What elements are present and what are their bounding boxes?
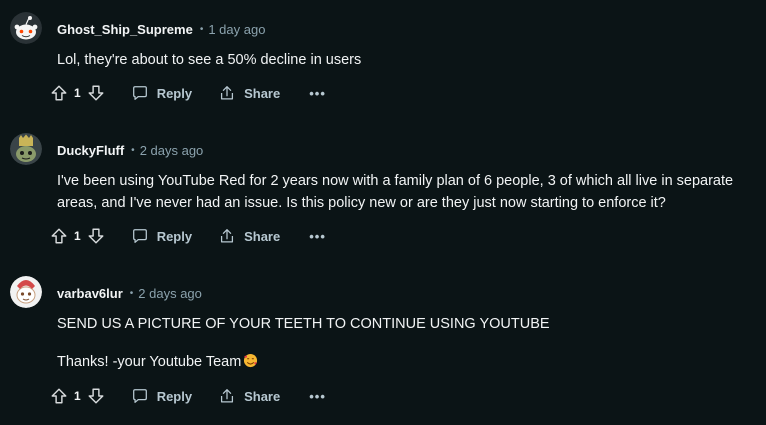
- vote-controls: 1: [50, 227, 105, 245]
- more-options-button[interactable]: •••: [309, 229, 326, 244]
- reply-label: Reply: [156, 388, 193, 404]
- share-icon: [218, 227, 236, 245]
- share-label: Share: [244, 85, 281, 101]
- downvote-icon[interactable]: [87, 387, 105, 405]
- timestamp[interactable]: 1 day ago: [208, 22, 265, 37]
- comment-actions: 1 Reply Share •••: [50, 384, 326, 408]
- share-button[interactable]: Share: [218, 227, 280, 245]
- comment-header: Ghost_Ship_Supreme • 1 day ago: [57, 19, 265, 39]
- comment-header: varbav6lur • 2 days ago: [57, 283, 202, 303]
- upvote-icon[interactable]: [50, 387, 68, 405]
- comment-header: DuckyFluff • 2 days ago: [57, 140, 203, 160]
- downvote-icon[interactable]: [87, 84, 105, 102]
- reply-label: Reply: [156, 85, 193, 101]
- snoo-avatar-icon: [10, 12, 42, 44]
- vote-controls: 1: [50, 387, 105, 405]
- vote-controls: 1: [50, 84, 105, 102]
- snoo-avatar-icon: [10, 276, 42, 308]
- reply-button[interactable]: Reply: [131, 227, 192, 245]
- snoo-avatar-icon: [10, 133, 42, 165]
- timestamp[interactable]: 2 days ago: [140, 143, 204, 158]
- reply-label: Reply: [156, 228, 193, 244]
- upvote-icon[interactable]: [50, 227, 68, 245]
- share-button[interactable]: Share: [218, 387, 280, 405]
- vote-score: 1: [74, 229, 81, 243]
- more-options-button[interactable]: •••: [309, 86, 326, 101]
- share-label: Share: [244, 228, 281, 244]
- share-icon: [218, 84, 236, 102]
- comment-actions: 1 Reply Share •••: [50, 81, 326, 105]
- separator-dot: •: [131, 144, 135, 156]
- share-icon: [218, 387, 236, 405]
- comment-body: Lol, they're about to see a 50% decline …: [57, 49, 762, 71]
- vote-score: 1: [74, 86, 81, 100]
- comment-text: SEND US A PICTURE OF YOUR TEETH TO CONTI…: [57, 316, 550, 332]
- comment-text: I've been using YouTube Red for 2 years …: [57, 173, 734, 211]
- share-button[interactable]: Share: [218, 84, 280, 102]
- comment-bubble-icon: [131, 387, 149, 405]
- upvote-icon[interactable]: [50, 84, 68, 102]
- vote-score: 1: [74, 389, 81, 403]
- smiling-face-with-hearts-icon: [243, 353, 258, 375]
- comment-bubble-icon: [131, 84, 149, 102]
- comment-body: SEND US A PICTURE OF YOUR TEETH TO CONTI…: [57, 313, 762, 375]
- more-options-button[interactable]: •••: [309, 389, 326, 404]
- avatar[interactable]: [10, 276, 42, 308]
- author-name[interactable]: Ghost_Ship_Supreme: [57, 22, 193, 37]
- share-label: Share: [244, 388, 281, 404]
- comment-signoff: Thanks! -your Youtube Team: [57, 354, 242, 370]
- comment-actions: 1 Reply Share •••: [50, 224, 326, 248]
- comment-bubble-icon: [131, 227, 149, 245]
- reply-button[interactable]: Reply: [131, 84, 192, 102]
- separator-dot: •: [199, 23, 204, 35]
- author-name[interactable]: varbav6lur: [57, 286, 123, 301]
- downvote-icon[interactable]: [87, 227, 105, 245]
- comment-text: Thanks! -your Youtube Team: [57, 351, 762, 375]
- comment-text: Lol, they're about to see a 50% decline …: [57, 52, 362, 68]
- separator-dot: •: [129, 287, 134, 299]
- comment-body: I've been using YouTube Red for 2 years …: [57, 170, 762, 214]
- author-name[interactable]: DuckyFluff: [57, 143, 124, 158]
- reply-button[interactable]: Reply: [131, 387, 192, 405]
- timestamp[interactable]: 2 days ago: [138, 286, 202, 301]
- avatar[interactable]: [10, 12, 42, 44]
- avatar[interactable]: [10, 133, 42, 165]
